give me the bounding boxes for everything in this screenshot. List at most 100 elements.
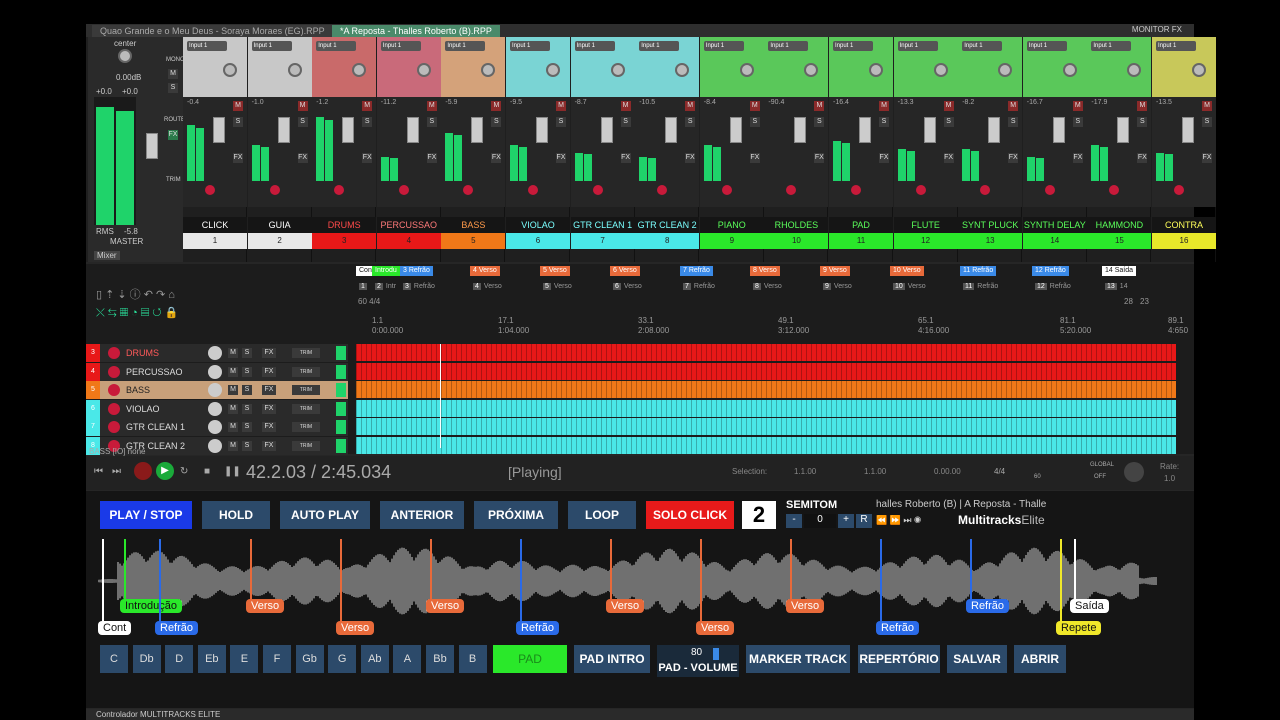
strip-solo[interactable]: S	[814, 117, 825, 127]
track-trim[interactable]: TRIM	[292, 348, 320, 358]
strip-fader[interactable]	[471, 117, 484, 143]
track-trim[interactable]: TRIM	[292, 422, 320, 432]
key-button[interactable]: E	[230, 645, 259, 673]
record-arm-icon[interactable]	[657, 185, 668, 195]
volume-knob[interactable]	[208, 383, 222, 397]
project-marker[interactable]: 9 Verso	[820, 282, 855, 292]
master-pan-knob[interactable]	[118, 49, 132, 63]
pan-knob[interactable]	[869, 63, 883, 77]
input-select[interactable]: Input 1	[445, 41, 486, 51]
strip-fx[interactable]: FX	[556, 153, 566, 163]
marker-track-button[interactable]: MARKER TRACK	[746, 645, 850, 673]
strip-mute[interactable]: M	[297, 101, 308, 111]
strip-mute[interactable]: M	[556, 101, 566, 111]
strip-fx[interactable]: FX	[426, 153, 437, 163]
track-mute[interactable]: M	[228, 403, 238, 414]
section-label[interactable]: Verso	[696, 621, 735, 635]
section-label[interactable]: Refrão	[966, 599, 1010, 613]
pad-volume-control[interactable]: 80 PAD - VOLUME	[657, 645, 739, 677]
strip-fader[interactable]	[794, 117, 807, 143]
strip-mute[interactable]: M	[491, 101, 502, 111]
track-name[interactable]: DRUMS	[126, 344, 159, 362]
record-arm-icon[interactable]	[1109, 185, 1120, 195]
record-arm-icon[interactable]	[721, 185, 732, 195]
input-select[interactable]: Input 1	[574, 41, 615, 51]
pan-knob[interactable]	[481, 63, 496, 77]
volume-knob[interactable]	[208, 438, 222, 453]
pad-intro-button[interactable]: PAD INTRO	[574, 645, 650, 673]
strip-mute[interactable]: M	[362, 101, 373, 111]
project-marker[interactable]: 12 Refrão	[1032, 282, 1074, 292]
strip-mute[interactable]: M	[943, 101, 954, 111]
strip-mute[interactable]: M	[814, 101, 825, 111]
transport-forward[interactable]: ⏭	[112, 466, 121, 477]
master-solo[interactable]: S	[168, 83, 178, 93]
track-solo[interactable]: S	[242, 440, 252, 451]
pan-knob[interactable]	[352, 63, 367, 77]
bpm[interactable]: 60	[1034, 474, 1041, 480]
input-select[interactable]: Input 1	[316, 41, 357, 51]
input-select[interactable]: Input 1	[510, 41, 550, 51]
track-name[interactable]: VIOLAO	[126, 400, 160, 418]
track-name[interactable]: PERCUSSAO	[126, 363, 183, 381]
record-arm-icon[interactable]	[1044, 185, 1055, 195]
strip-solo[interactable]: S	[491, 117, 502, 127]
input-select[interactable]: Input 1	[833, 41, 873, 51]
track-header[interactable]: 7 GTR CLEAN 1 M S FX TRIM	[86, 418, 348, 436]
section-label[interactable]: Refrão	[516, 621, 560, 635]
pad-volume-slider[interactable]	[713, 648, 719, 660]
strip-fx[interactable]: FX	[943, 153, 954, 163]
section-label[interactable]: Refrão	[876, 621, 920, 635]
pan-knob[interactable]	[675, 63, 690, 77]
repeat-button[interactable]: ↻	[180, 466, 188, 477]
record-arm-icon[interactable]	[269, 185, 280, 195]
strip-solo[interactable]: S	[233, 117, 243, 127]
project-marker[interactable]: 8 Verso	[750, 282, 785, 292]
master-fx[interactable]: FX	[168, 130, 178, 140]
record-arm-icon[interactable]	[786, 185, 797, 195]
strip-solo[interactable]: S	[749, 117, 760, 127]
strip-fx[interactable]: FX	[749, 153, 760, 163]
record-arm-icon[interactable]	[592, 185, 603, 195]
track-mute[interactable]: M	[228, 366, 238, 377]
project-tab-2[interactable]: *A Reposta - Thalles Roberto (B).RPP	[332, 25, 500, 37]
volume-knob[interactable]	[208, 364, 222, 379]
record-arm-icon[interactable]	[851, 185, 861, 195]
track-trim[interactable]: TRIM	[292, 385, 320, 395]
pan-knob[interactable]	[546, 63, 560, 77]
strip-solo[interactable]: S	[362, 117, 373, 127]
strip-fader[interactable]	[536, 117, 548, 143]
pan-knob[interactable]	[739, 63, 754, 77]
pan-knob[interactable]	[1062, 63, 1077, 77]
volume-knob[interactable]	[208, 401, 222, 416]
play-stop-button[interactable]: PLAY / STOP	[100, 501, 192, 529]
master-fader[interactable]	[146, 133, 158, 159]
volume-knob[interactable]	[208, 420, 222, 434]
section-label[interactable]: Verso	[336, 621, 375, 635]
track-solo[interactable]: S	[242, 403, 252, 414]
input-select[interactable]: Input 1	[1091, 41, 1132, 51]
track-trim[interactable]: TRIM	[292, 403, 320, 414]
strip-fader[interactable]	[1117, 117, 1130, 143]
key-button[interactable]: Bb	[426, 645, 454, 673]
master-mute[interactable]: M	[168, 69, 178, 79]
project-marker[interactable]: 3 Refrão	[400, 282, 438, 292]
region-marker[interactable]: 12 Refrão	[1032, 266, 1069, 276]
strip-fader[interactable]	[213, 117, 225, 143]
strip-fader[interactable]	[1182, 117, 1194, 143]
strip-solo[interactable]: S	[879, 117, 889, 127]
record-arm-icon[interactable]	[1174, 185, 1184, 195]
key-button[interactable]: Eb	[197, 645, 226, 673]
pan-knob[interactable]	[998, 63, 1013, 77]
strip-mute[interactable]: M	[233, 101, 243, 111]
auto-play-button[interactable]: AUTO PLAY	[280, 501, 370, 529]
pan-knob[interactable]	[933, 63, 948, 77]
strip-fx[interactable]: FX	[233, 153, 243, 163]
salvar-button[interactable]: SALVAR	[947, 645, 1007, 673]
record-arm-icon[interactable]	[108, 347, 120, 359]
track-solo[interactable]: S	[242, 348, 252, 358]
record-arm-icon[interactable]	[463, 185, 474, 195]
solo-click-button[interactable]: SOLO CLICK	[646, 501, 734, 529]
input-select[interactable]: Input 1	[251, 41, 292, 51]
track-fx[interactable]: FX	[262, 348, 276, 358]
